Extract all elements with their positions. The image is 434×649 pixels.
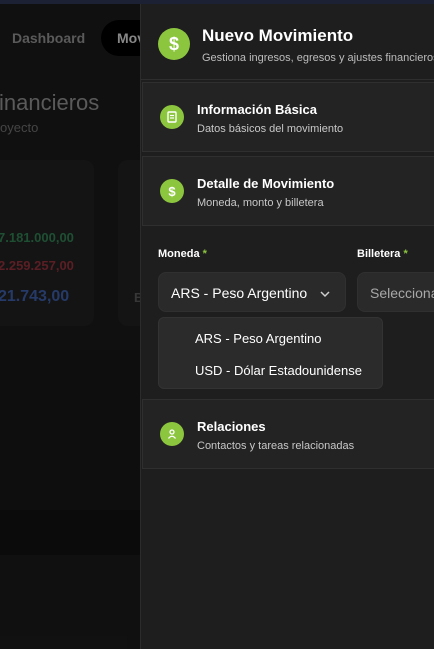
document-icon	[160, 105, 184, 129]
required-mark: *	[202, 248, 207, 260]
chevron-down-icon	[319, 287, 331, 305]
drawer-header: $ Nuevo Movimiento Gestiona ingresos, eg…	[141, 4, 434, 80]
moneda-label-text: Moneda	[158, 248, 200, 260]
billetera-select[interactable]: Seleccionar	[357, 272, 434, 312]
section-detail-title: Detalle de Movimiento	[197, 176, 335, 191]
dollar-icon: $	[158, 28, 190, 60]
new-movement-drawer: $ Nuevo Movimiento Gestiona ingresos, eg…	[140, 4, 434, 649]
section-relations[interactable]: Relaciones Contactos y tareas relacionad…	[142, 399, 434, 469]
moneda-dropdown: ARS - Peso Argentino USD - Dólar Estadou…	[158, 317, 383, 389]
drawer-title: Nuevo Movimiento	[202, 26, 354, 45]
dollar-icon: $	[160, 179, 184, 203]
section-movement-detail[interactable]: $ Detalle de Movimiento Moneda, monto y …	[142, 156, 434, 226]
section-relations-title: Relaciones	[197, 419, 266, 434]
section-relations-subtitle: Contactos y tareas relacionadas	[197, 440, 355, 452]
moneda-select[interactable]: ARS - Peso Argentino	[158, 272, 346, 312]
moneda-label: Moneda *	[158, 248, 207, 260]
billetera-label-text: Billetera	[357, 248, 401, 260]
person-icon	[160, 422, 184, 446]
option-ars[interactable]: ARS - Peso Argentino	[195, 331, 321, 346]
section-basic-info[interactable]: Información Básica Datos básicos del mov…	[142, 82, 434, 152]
moneda-selected-value: ARS - Peso Argentino	[171, 285, 308, 301]
section-basic-title: Información Básica	[197, 102, 317, 117]
billetera-placeholder: Seleccionar	[370, 285, 434, 301]
drawer-subtitle: Gestiona ingresos, egresos y ajustes fin…	[202, 52, 434, 64]
section-detail-subtitle: Moneda, monto y billetera	[197, 197, 324, 209]
section-basic-subtitle: Datos básicos del movimiento	[197, 123, 344, 135]
required-mark: *	[403, 248, 408, 260]
option-usd[interactable]: USD - Dólar Estadounidense	[195, 363, 362, 378]
billetera-label: Billetera *	[357, 248, 408, 260]
